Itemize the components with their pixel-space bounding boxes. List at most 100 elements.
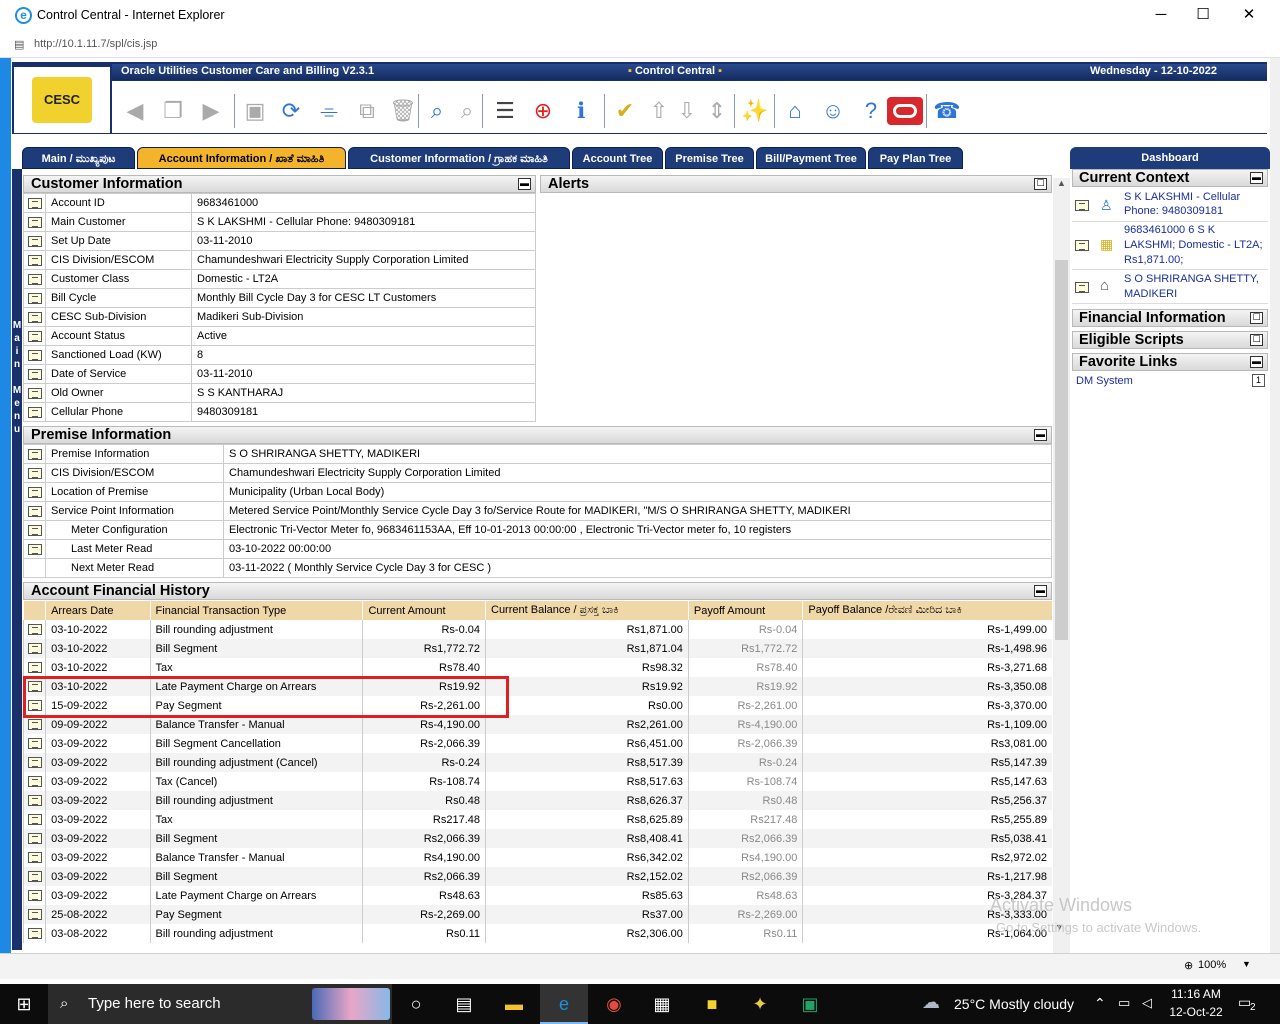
- context-menu-cell[interactable]: [23, 345, 46, 365]
- transaction-row[interactable]: 25-08-2022 Pay Segment Rs-2,269.00 Rs37.00 R…: [23, 905, 1052, 924]
- user-switch-icon[interactable]: ☺: [818, 94, 848, 128]
- copy-icon[interactable]: ⧉: [352, 94, 382, 128]
- context-menu-icon[interactable]: [27, 852, 42, 864]
- weather-text[interactable]: 25°C Mostly cloudy: [954, 996, 1074, 1012]
- context-menu-icon[interactable]: [27, 368, 42, 380]
- favorite-link-badge[interactable]: 1: [1252, 374, 1265, 387]
- task-view-icon[interactable]: ○: [392, 984, 440, 1024]
- context-menu-cell[interactable]: [23, 810, 46, 829]
- address-bar[interactable]: ▤ http://10.1.11.7/spl/cis.jsp: [0, 32, 1280, 58]
- url-text[interactable]: http://10.1.11.7/spl/cis.jsp: [34, 38, 157, 50]
- refresh-icon[interactable]: ⟳: [276, 94, 306, 128]
- clock-date[interactable]: 12-Oct-22: [1168, 1005, 1224, 1019]
- main-menu-letter[interactable]: e: [12, 397, 22, 410]
- internet-explorer-taskbar-icon[interactable]: e: [540, 984, 588, 1024]
- context-menu-cell[interactable]: [23, 886, 46, 905]
- main-menu-letter[interactable]: [12, 371, 22, 384]
- check-icon[interactable]: ✔: [610, 94, 640, 128]
- context-menu-icon[interactable]: [27, 909, 42, 921]
- context-premise-link[interactable]: S O SHRIRANGA SHETTY, MADIKERI: [1124, 272, 1264, 302]
- expand-button[interactable]: ☐: [1250, 334, 1263, 346]
- context-menu-icon[interactable]: [27, 467, 42, 479]
- tab-pay-plan-tree[interactable]: Pay Plan Tree: [868, 147, 963, 169]
- context-menu-cell[interactable]: [23, 848, 46, 867]
- expand-button[interactable]: ☐: [1250, 312, 1263, 324]
- context-menu-cell[interactable]: [23, 520, 46, 540]
- context-menu-cell[interactable]: [23, 444, 46, 464]
- context-menu-cell[interactable]: [23, 639, 46, 658]
- tab-bill-payment-tree[interactable]: Bill/Payment Tree: [756, 147, 866, 169]
- context-menu-cell[interactable]: [23, 734, 46, 753]
- excel-icon[interactable]: ▣: [786, 984, 834, 1024]
- context-item-customer[interactable]: ♙ S K LAKSHMI - Cellular Phone: 94803091…: [1072, 189, 1268, 222]
- main-menu-letter[interactable]: i: [12, 345, 22, 358]
- transaction-row[interactable]: 03-10-2022 Bill Segment Rs1,772.72 Rs1,871.…: [23, 639, 1052, 658]
- main-menu-strip[interactable]: MainMenu: [12, 169, 22, 950]
- tab-account-information[interactable]: Account Information / ಖಾತೆ ಮಾಹಿತಿ: [137, 147, 346, 169]
- context-menu-cell[interactable]: [23, 269, 46, 289]
- context-account-link[interactable]: 9683461000 6 S K LAKSHMI; Domestic - LT2…: [1124, 223, 1264, 268]
- context-menu-icon[interactable]: [27, 662, 42, 674]
- collapse-button[interactable]: ▬: [518, 178, 531, 190]
- column-header[interactable]: Current Balance / ಪ್ರಸಕ್ತ ಬಾಕಿ: [485, 601, 689, 620]
- clear-broom-icon[interactable]: ⌯: [314, 94, 344, 128]
- context-menu-icon[interactable]: [27, 524, 42, 536]
- context-menu-cell[interactable]: [23, 463, 46, 483]
- context-item-account[interactable]: ▦ 9683461000 6 S K LAKSHMI; Domestic - L…: [1072, 222, 1268, 270]
- context-menu-cell[interactable]: [23, 539, 46, 559]
- financial-information-header[interactable]: Financial Information ☐: [1072, 309, 1268, 327]
- context-menu-cell[interactable]: [23, 924, 46, 943]
- collapse-button[interactable]: ▬: [1250, 356, 1263, 368]
- move-down-icon[interactable]: ⇩: [672, 94, 702, 128]
- magic-wand-icon[interactable]: ✨: [740, 94, 770, 128]
- volume-icon[interactable]: ◁: [1142, 995, 1152, 1011]
- context-item-premise[interactable]: ⌂ S O SHRIRANGA SHETTY, MADIKERI: [1072, 270, 1268, 304]
- context-menu-icon[interactable]: [27, 273, 42, 285]
- context-menu-icon[interactable]: [27, 624, 42, 636]
- tab-customer-information[interactable]: Customer Information / ಗ್ರಾಹಕ ಮಾಹಿತಿ: [348, 147, 570, 169]
- column-header[interactable]: Payoff Amount: [687, 601, 803, 620]
- zoom-dropdown-icon[interactable]: ▼: [1242, 959, 1251, 969]
- main-menu-letter[interactable]: n: [12, 358, 22, 371]
- zoom-icon[interactable]: ⊕: [1184, 959, 1193, 972]
- context-menu-cell[interactable]: [23, 558, 46, 578]
- context-menu-icon[interactable]: [1075, 199, 1089, 211]
- context-menu-icon[interactable]: [27, 814, 42, 826]
- delete-trash-icon[interactable]: 🗑: [388, 94, 418, 128]
- context-menu-icon[interactable]: [27, 719, 42, 731]
- window-scrollbar[interactable]: [1270, 58, 1280, 958]
- context-menu-icon[interactable]: [27, 505, 42, 517]
- context-menu-icon[interactable]: [27, 311, 42, 323]
- context-menu-icon[interactable]: [27, 928, 42, 940]
- save-icon[interactable]: ▣: [240, 94, 270, 128]
- context-menu-icon[interactable]: [27, 738, 42, 750]
- context-menu-cell[interactable]: [23, 753, 46, 772]
- context-menu-icon[interactable]: [27, 448, 42, 460]
- context-menu-cell[interactable]: [23, 867, 46, 886]
- close-button[interactable]: ✕: [1226, 0, 1272, 30]
- scrollbar-thumb[interactable]: [1055, 260, 1068, 640]
- minimize-button[interactable]: ─: [1138, 0, 1184, 30]
- scroll-up-icon[interactable]: ▲: [1053, 178, 1070, 188]
- help-icon[interactable]: ?: [856, 94, 886, 128]
- home-icon[interactable]: ⌂: [780, 94, 810, 128]
- transaction-row[interactable]: 03-09-2022 Tax (Cancel) Rs-108.74 Rs8,517.6…: [23, 772, 1052, 791]
- context-menu-icon[interactable]: [27, 833, 42, 845]
- network-icon[interactable]: ▭: [1118, 995, 1130, 1011]
- transaction-row[interactable]: 03-09-2022 Bill Segment Rs2,066.39 Rs2,152.…: [23, 867, 1052, 886]
- context-menu-cell[interactable]: [23, 658, 46, 677]
- context-menu-icon[interactable]: [27, 235, 42, 247]
- context-menu-cell[interactable]: [23, 402, 46, 422]
- context-menu-cell[interactable]: [23, 307, 46, 327]
- context-menu-cell[interactable]: [23, 482, 46, 502]
- transaction-row[interactable]: 03-09-2022 Bill Segment Rs2,066.39 Rs8,408.…: [23, 829, 1052, 848]
- list-icon[interactable]: ☰: [490, 94, 520, 128]
- context-menu-cell[interactable]: [23, 326, 46, 346]
- oracle-logo-icon[interactable]: [887, 97, 923, 125]
- back-arrow-icon[interactable]: ◀: [120, 94, 150, 128]
- transaction-row[interactable]: 03-10-2022 Tax Rs78.40 Rs98.32 Rs78.40 Rs-3,2…: [23, 658, 1052, 677]
- context-menu-icon[interactable]: [27, 871, 42, 883]
- info-tree-icon[interactable]: ℹ: [566, 94, 596, 128]
- context-menu-cell[interactable]: [23, 829, 46, 848]
- context-menu-icon[interactable]: [27, 292, 42, 304]
